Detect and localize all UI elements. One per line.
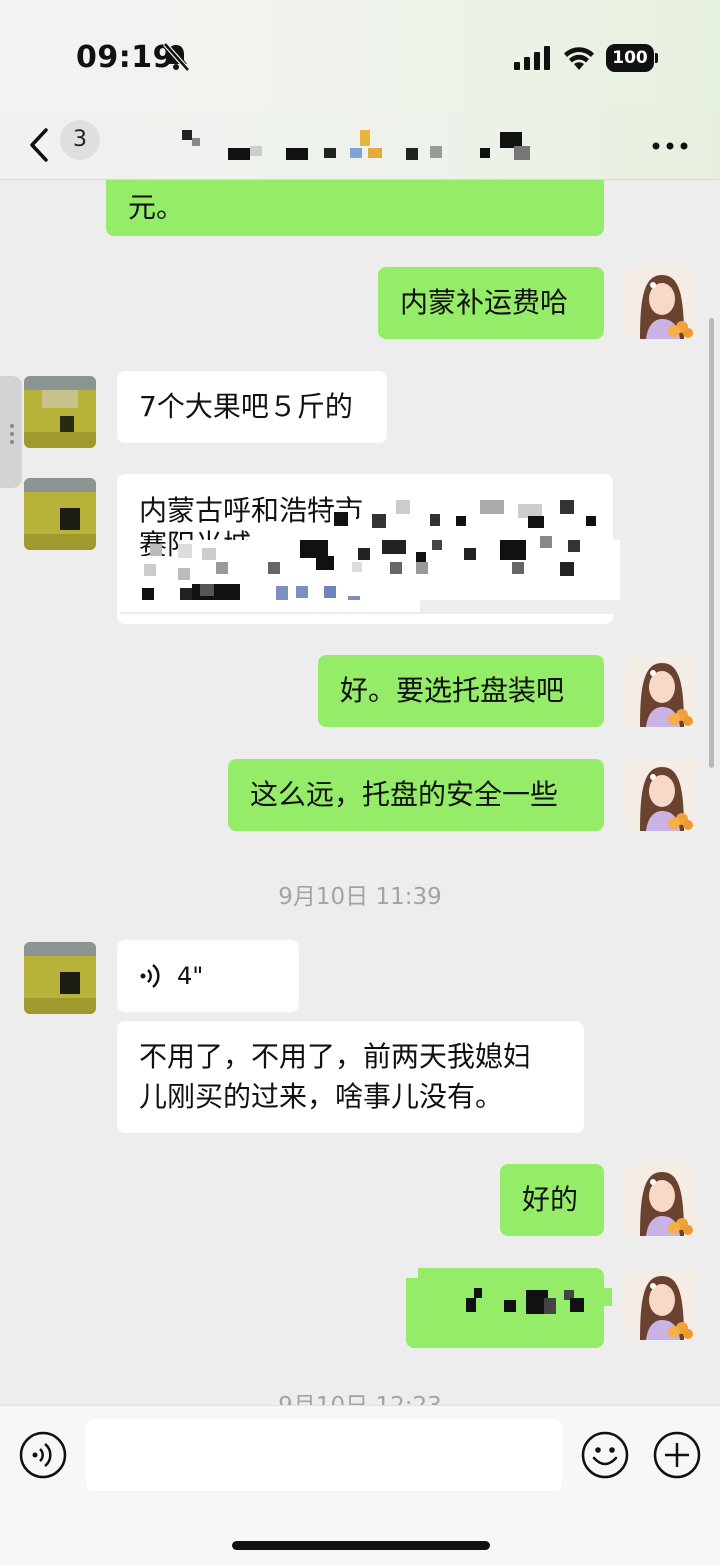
avatar-girl-icon (626, 1164, 698, 1236)
chat-header: 3 (0, 110, 720, 180)
wifi-icon (564, 47, 594, 70)
voice-message-bubble[interactable]: 4" (117, 940, 299, 1012)
message-bubble-mine[interactable]: 内蒙补运费哈 (378, 267, 604, 339)
my-avatar[interactable] (626, 655, 698, 727)
emoji-icon[interactable] (580, 1430, 630, 1480)
contact-avatar[interactable] (24, 942, 96, 1014)
home-indicator[interactable] (232, 1541, 490, 1550)
avatar-girl-icon (626, 655, 698, 727)
input-bar (0, 1405, 720, 1565)
unread-count-badge[interactable]: 3 (60, 120, 100, 160)
side-drag-handle[interactable] (0, 376, 22, 488)
message-text: 好的 (522, 1183, 579, 1216)
avatar-girl-icon (626, 1268, 698, 1340)
plus-icon[interactable] (652, 1430, 702, 1480)
voice-duration: 4" (177, 962, 204, 990)
my-avatar[interactable] (626, 1268, 698, 1340)
message-bubble-contact[interactable]: 不用了，不用了，前两天我媳妇 儿刚买的过来，啥事儿没有。 (117, 1021, 584, 1133)
timestamp: 9月10日 11:39 (278, 884, 442, 910)
avatar-girl-icon (626, 267, 698, 339)
cellular-signal-icon (514, 46, 550, 70)
chat-title-redacted (110, 126, 570, 166)
battery-cap (655, 53, 658, 63)
avatar-pixelated-icon (24, 478, 96, 550)
battery-level: 100 (606, 44, 654, 72)
message-bubble-mine[interactable]: 这么远，托盘的安全一些 (228, 759, 604, 831)
scrollbar-thumb[interactable] (709, 318, 714, 768)
my-avatar[interactable] (626, 267, 698, 339)
contact-avatar[interactable] (24, 376, 96, 448)
message-bubble-contact[interactable]: 7个大果吧５斤的 (117, 371, 387, 443)
message-bubble-mine[interactable]: 好。要选托盘装吧 (318, 655, 604, 727)
avatar-pixelated-icon (24, 942, 96, 1014)
message-text-line: 不用了，不用了，前两天我媳妇 (139, 1040, 532, 1073)
contact-avatar[interactable] (24, 478, 96, 550)
battery-indicator: 100 (606, 44, 658, 72)
message-text: 这么远，托盘的安全一些 (250, 778, 559, 811)
voice-input-icon[interactable] (18, 1430, 68, 1480)
voice-wave-icon (140, 964, 160, 988)
message-text: 内蒙补运费哈 (400, 286, 569, 319)
message-list[interactable]: 元。 内蒙补运费哈 7个大果吧５斤的 内蒙古呼和浩特市 好。要选托盘装吧 这么远… (0, 180, 720, 1405)
my-avatar[interactable] (626, 1164, 698, 1236)
bell-muted-icon (163, 42, 190, 72)
message-bubble-mine-redacted[interactable] (406, 1268, 612, 1348)
avatar-pixelated-icon (24, 376, 96, 448)
status-bar: 09:19 100 (0, 0, 720, 110)
message-text: 7个大果吧５斤的 (139, 390, 353, 423)
timestamp: 9月10日 12:23 (0, 1386, 720, 1405)
message-text-line: 儿刚买的过来，啥事儿没有。 (139, 1080, 504, 1113)
address-redaction-mosaic (120, 500, 620, 635)
message-text: 元。 (128, 191, 185, 224)
message-bubble-mine[interactable]: 元。 (106, 180, 604, 236)
my-avatar[interactable] (626, 759, 698, 831)
message-text: 好。要选托盘装吧 (340, 674, 565, 707)
avatar-girl-icon (626, 759, 698, 831)
back-chevron-icon[interactable] (24, 122, 64, 168)
message-bubble-mine[interactable]: 好的 (500, 1164, 604, 1236)
more-options-icon[interactable] (648, 126, 696, 166)
status-time: 09:19 (76, 40, 174, 75)
message-input[interactable] (86, 1419, 562, 1491)
